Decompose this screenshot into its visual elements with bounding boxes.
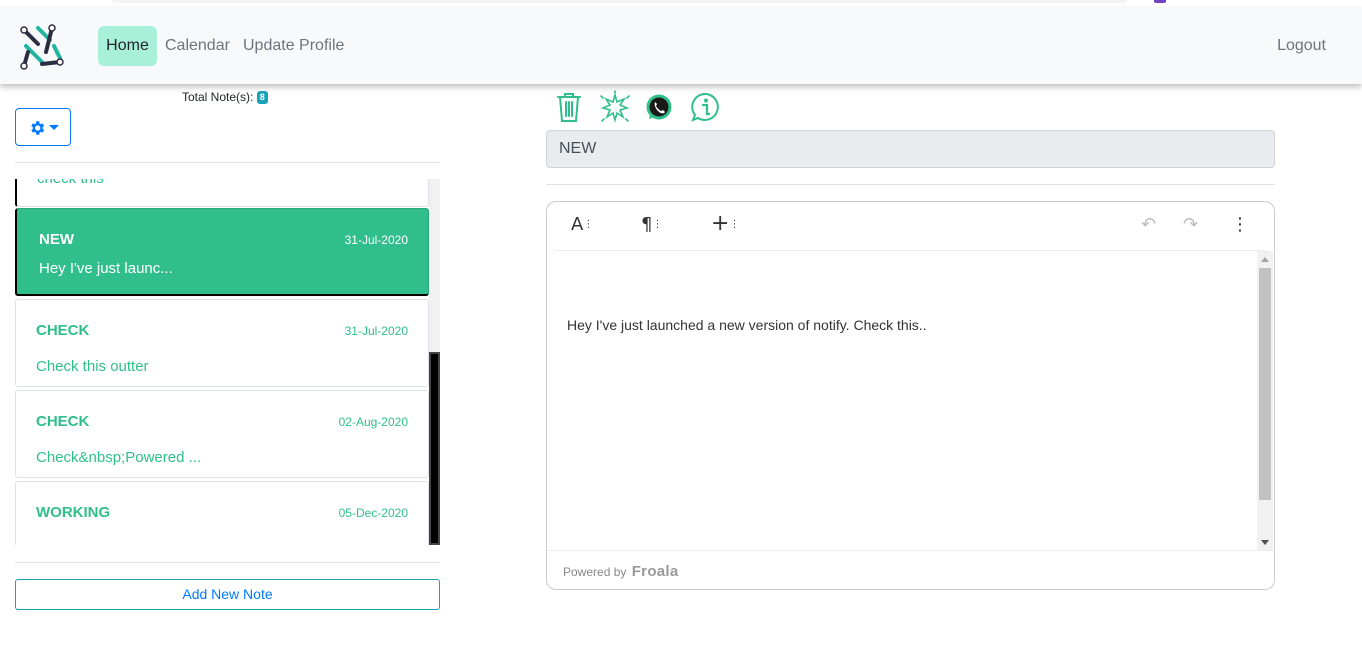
note-preview: Hey I've just launc... [39,260,173,277]
whatsapp-icon[interactable] [644,90,678,124]
brand-logo-icon[interactable] [16,22,66,72]
browser-top-strip [0,0,1362,8]
note-card[interactable]: CHECK 31-Jul-2020 Check this outter [15,299,429,387]
paragraph-icon: ¶ [641,214,653,235]
plus-icon: + [711,211,730,236]
editor-scrollbar[interactable] [1257,251,1273,551]
editor-content[interactable]: Hey I've just launched a new version of … [555,251,1257,551]
chevron-down-icon [49,125,59,130]
note-preview: Check&nbsp;Powered ... [36,449,202,466]
font-format-icon: A [571,214,584,235]
extension-icon[interactable] [1154,0,1166,3]
add-new-note-button[interactable]: Add New Note [15,579,440,610]
nav-calendar[interactable]: Calendar [165,26,230,66]
note-card[interactable]: WORKING 05-Dec-2020 [15,481,429,545]
editor-scrollbar-thumb[interactable] [1259,268,1271,500]
sparkle-icon[interactable] [598,90,632,124]
notes-scrollbar-thumb[interactable] [429,352,440,545]
note-card-active[interactable]: NEW 31-Jul-2020 Hey I've just launc... [15,208,429,296]
scroll-up-arrow-icon[interactable] [1261,257,1269,262]
note-preview: check this [37,179,104,187]
froala-logo: Froala [631,563,679,580]
redo-icon: ↷ [1183,214,1199,235]
note-date: 02-Aug-2020 [338,415,408,429]
navbar: Home Calendar Update Profile Logout [0,8,1362,84]
editor-toolbar: A⋮ ¶⋮ +⋮ ↶ ↷ ⋮ [547,202,1274,251]
note-title: CHECK [36,413,90,430]
editor-footer: Powered by Froala [547,550,1274,589]
trash-icon[interactable] [554,90,588,124]
note-date: 05-Dec-2020 [338,506,408,520]
paragraph-format-button[interactable]: ¶⋮ [641,214,662,238]
total-notes: Total Note(s): 8 [182,90,268,104]
divider [15,162,440,163]
note-preview: Check this outter [36,358,149,375]
note-card[interactable]: check this [15,179,429,207]
address-bar-edge [112,0,1127,3]
info-icon[interactable] [690,90,724,124]
note-title: NEW [39,231,74,248]
undo-button[interactable]: ↶ [1141,214,1156,238]
settings-dropdown-button[interactable] [15,108,71,146]
total-notes-badge: 8 [256,91,268,104]
powered-by[interactable]: Powered by Froala [563,563,679,580]
font-format-button[interactable]: A⋮ [571,214,593,238]
note-date: 31-Jul-2020 [344,233,408,247]
divider [546,184,1275,185]
nav-update-profile[interactable]: Update Profile [243,26,344,66]
note-card[interactable]: CHECK 02-Aug-2020 Check&nbsp;Powered ... [15,390,429,478]
note-title: WORKING [36,504,111,521]
nav-logout[interactable]: Logout [1277,26,1326,66]
undo-icon: ↶ [1141,214,1157,235]
note-title: CHECK [36,322,90,339]
editor-paragraph: Hey I've just launched a new version of … [567,317,927,333]
rich-text-editor: A⋮ ¶⋮ +⋮ ↶ ↷ ⋮ Hey I've just launched a … [546,201,1275,590]
scroll-down-arrow-icon[interactable] [1261,540,1269,545]
total-notes-label: Total Note(s): [182,90,254,104]
note-date: 31-Jul-2020 [344,324,408,338]
more-options-button[interactable]: ⋮ [1231,214,1249,238]
redo-button[interactable]: ↷ [1183,214,1198,238]
nav-home[interactable]: Home [98,26,157,66]
insert-button[interactable]: +⋮ [711,211,739,238]
divider [15,562,440,563]
notes-list[interactable]: check this NEW 31-Jul-2020 Hey I've just… [15,179,440,545]
note-title-input[interactable] [546,130,1275,168]
more-vertical-icon: ⋮ [1231,214,1249,235]
gear-icon [31,121,45,135]
powered-by-label: Powered by [563,565,627,579]
